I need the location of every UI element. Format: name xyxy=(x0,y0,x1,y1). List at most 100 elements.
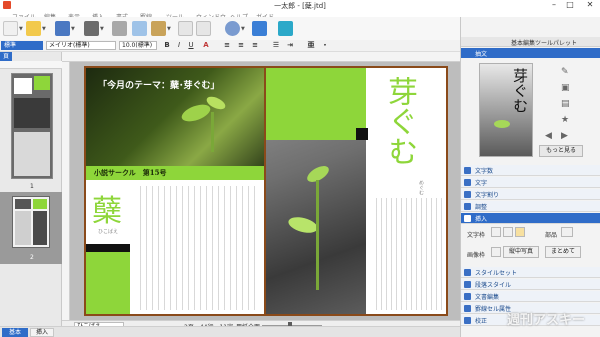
panel-row-split[interactable]: 文字割り xyxy=(461,189,600,200)
right-body-text xyxy=(376,198,442,310)
vertical-ruler[interactable] xyxy=(62,62,70,320)
chevron-down-icon[interactable]: ▼ xyxy=(167,26,172,32)
save-icon[interactable] xyxy=(55,21,70,36)
guide-icon[interactable] xyxy=(278,21,293,36)
print-icon[interactable] xyxy=(84,21,99,36)
maximize-button[interactable]: □ xyxy=(562,0,578,10)
image-icon[interactable]: ▣ xyxy=(561,83,570,93)
panel-row-insert[interactable]: 挿入 xyxy=(461,213,600,224)
align-right-icon[interactable]: ≡ xyxy=(250,41,260,50)
window-title: 一太郎 - [蘖.jtd] xyxy=(274,2,326,10)
preview-thumbnail[interactable]: 芽ぐむ xyxy=(479,63,533,157)
kanji-reading: ひこばえ xyxy=(98,229,119,235)
tab-pages[interactable]: 頁 xyxy=(0,52,13,61)
emphasis-icon[interactable]: ・ xyxy=(320,41,330,50)
section-label: 抽文 xyxy=(475,51,488,58)
green-header-block xyxy=(266,68,366,140)
style-select[interactable]: 標準 xyxy=(1,41,43,50)
chevron-down-icon[interactable]: ▼ xyxy=(19,26,24,32)
parts-label: 部品 xyxy=(545,232,558,239)
expand-icon xyxy=(464,281,471,288)
title-bar: 一太郎 - [蘖.jtd] – □ ✕ xyxy=(0,0,600,11)
image-frame-icon[interactable] xyxy=(491,247,501,257)
expand-icon xyxy=(464,167,471,174)
left-page[interactable]: 「今月のテーマ：蘖･芽ぐむ」 小説サークル 第15号 蘖 ひこばえ xyxy=(84,66,266,316)
indent-icon[interactable]: ⇥ xyxy=(285,41,295,50)
parts-icon[interactable] xyxy=(561,227,573,237)
paste-icon[interactable] xyxy=(151,21,166,36)
chevron-down-icon[interactable]: ▼ xyxy=(100,26,105,32)
palette-title: 基本編集ツールパレット xyxy=(511,40,578,47)
more-button[interactable]: もっと見る xyxy=(539,145,583,157)
expand-icon xyxy=(464,203,471,210)
page-thumbnail-selected[interactable]: 2 xyxy=(0,192,62,264)
text-color-icon[interactable]: A xyxy=(201,41,211,50)
expand-icon xyxy=(464,269,471,276)
panel-row-paragraph[interactable]: 段落スタイル xyxy=(461,279,600,290)
expand-icon xyxy=(464,305,471,312)
right-title: 芽ぐむ xyxy=(382,76,417,166)
horizontal-ruler[interactable] xyxy=(62,52,460,62)
list-icon[interactable]: ☰ xyxy=(271,41,281,50)
underline-button[interactable]: U xyxy=(186,41,196,50)
redo-icon[interactable] xyxy=(196,21,211,36)
align-center-icon[interactable]: ≡ xyxy=(236,41,246,50)
club-label: 小説サークル 第15号 xyxy=(94,168,167,177)
cut-icon[interactable] xyxy=(112,21,127,36)
font-size-select[interactable]: 10.0(標準) xyxy=(119,41,157,50)
text-frame-icon[interactable] xyxy=(503,227,513,237)
together-button[interactable]: まとめて xyxy=(545,246,581,258)
new-document-icon[interactable] xyxy=(3,21,18,36)
format-bar: 標準 メイリオ(標準) 10.0(標準) B I U A ≡ ≡ ≡ ☰ ⇥ 亜… xyxy=(0,40,460,52)
panel-row-text[interactable]: 文字 xyxy=(461,177,600,188)
chevron-down-icon[interactable]: ▼ xyxy=(71,26,76,32)
watermark: 週刊アスキー xyxy=(507,313,586,328)
body-text-columns xyxy=(140,186,260,310)
kanji-title: 蘖 xyxy=(92,194,122,229)
expand-icon xyxy=(464,317,471,324)
open-folder-icon[interactable] xyxy=(26,21,41,36)
preview-title: 芽ぐむ xyxy=(511,68,529,113)
align-left-icon[interactable]: ≡ xyxy=(222,41,232,50)
star-icon[interactable]: ★ xyxy=(561,115,569,125)
search-icon[interactable] xyxy=(225,21,240,36)
chevron-down-icon[interactable]: ▼ xyxy=(241,26,246,32)
page-thumbnail-panel: 頁 1 2 xyxy=(0,52,62,326)
expand-icon xyxy=(464,191,471,198)
tab-insert[interactable]: 挿入 xyxy=(30,328,54,337)
ruby-icon[interactable]: 亜 xyxy=(306,41,316,50)
arrow-left-icon[interactable]: ◀ xyxy=(545,131,552,141)
panel-row-styleset[interactable]: スタイルセット xyxy=(461,267,600,278)
section-header[interactable]: 抽文 xyxy=(461,48,600,58)
panel-row-docedit[interactable]: 文書編集 xyxy=(461,291,600,302)
tab-basic[interactable]: 基本 xyxy=(2,328,28,337)
jump-icon[interactable] xyxy=(252,21,267,36)
right-reading: めぐむ xyxy=(418,180,424,195)
bold-button[interactable]: B xyxy=(162,41,172,50)
lock-icon[interactable]: ▤ xyxy=(561,99,570,109)
close-button[interactable]: ✕ xyxy=(580,0,600,10)
document-area[interactable]: 「今月のテーマ：蘖･芽ぐむ」 小説サークル 第15号 蘖 ひこばえ 芽ぐむ めぐ… xyxy=(70,62,460,320)
font-select[interactable]: メイリオ(標準) xyxy=(46,41,116,50)
palette-header: 基本編集ツールパレット xyxy=(461,37,600,47)
expand-icon xyxy=(464,215,471,222)
undo-icon[interactable] xyxy=(178,21,193,36)
expand-icon xyxy=(464,179,471,186)
panel-row-adjust[interactable]: 調整 xyxy=(461,201,600,212)
pen-icon[interactable]: ✎ xyxy=(561,67,569,77)
right-page[interactable]: 芽ぐむ めぐむ xyxy=(266,66,448,316)
vertical-photo-button[interactable]: 縦中写真 xyxy=(503,246,539,258)
italic-button[interactable]: I xyxy=(174,41,184,50)
arrow-right-icon[interactable]: ▶ xyxy=(561,131,568,141)
image-frame-label: 画像枠 xyxy=(467,252,486,259)
page-number: 1 xyxy=(30,183,34,190)
panel-row-chars[interactable]: 文字数 xyxy=(461,165,600,176)
page-number: 2 xyxy=(30,254,34,261)
page-thumbnail[interactable] xyxy=(11,73,53,179)
thumbnail-toolbar xyxy=(0,61,62,69)
chevron-down-icon[interactable]: ▼ xyxy=(42,26,47,32)
minimize-button[interactable]: – xyxy=(546,0,562,10)
copy-icon[interactable] xyxy=(132,21,147,36)
text-frame-icon[interactable] xyxy=(491,227,501,237)
text-frame-icon[interactable] xyxy=(515,227,525,237)
